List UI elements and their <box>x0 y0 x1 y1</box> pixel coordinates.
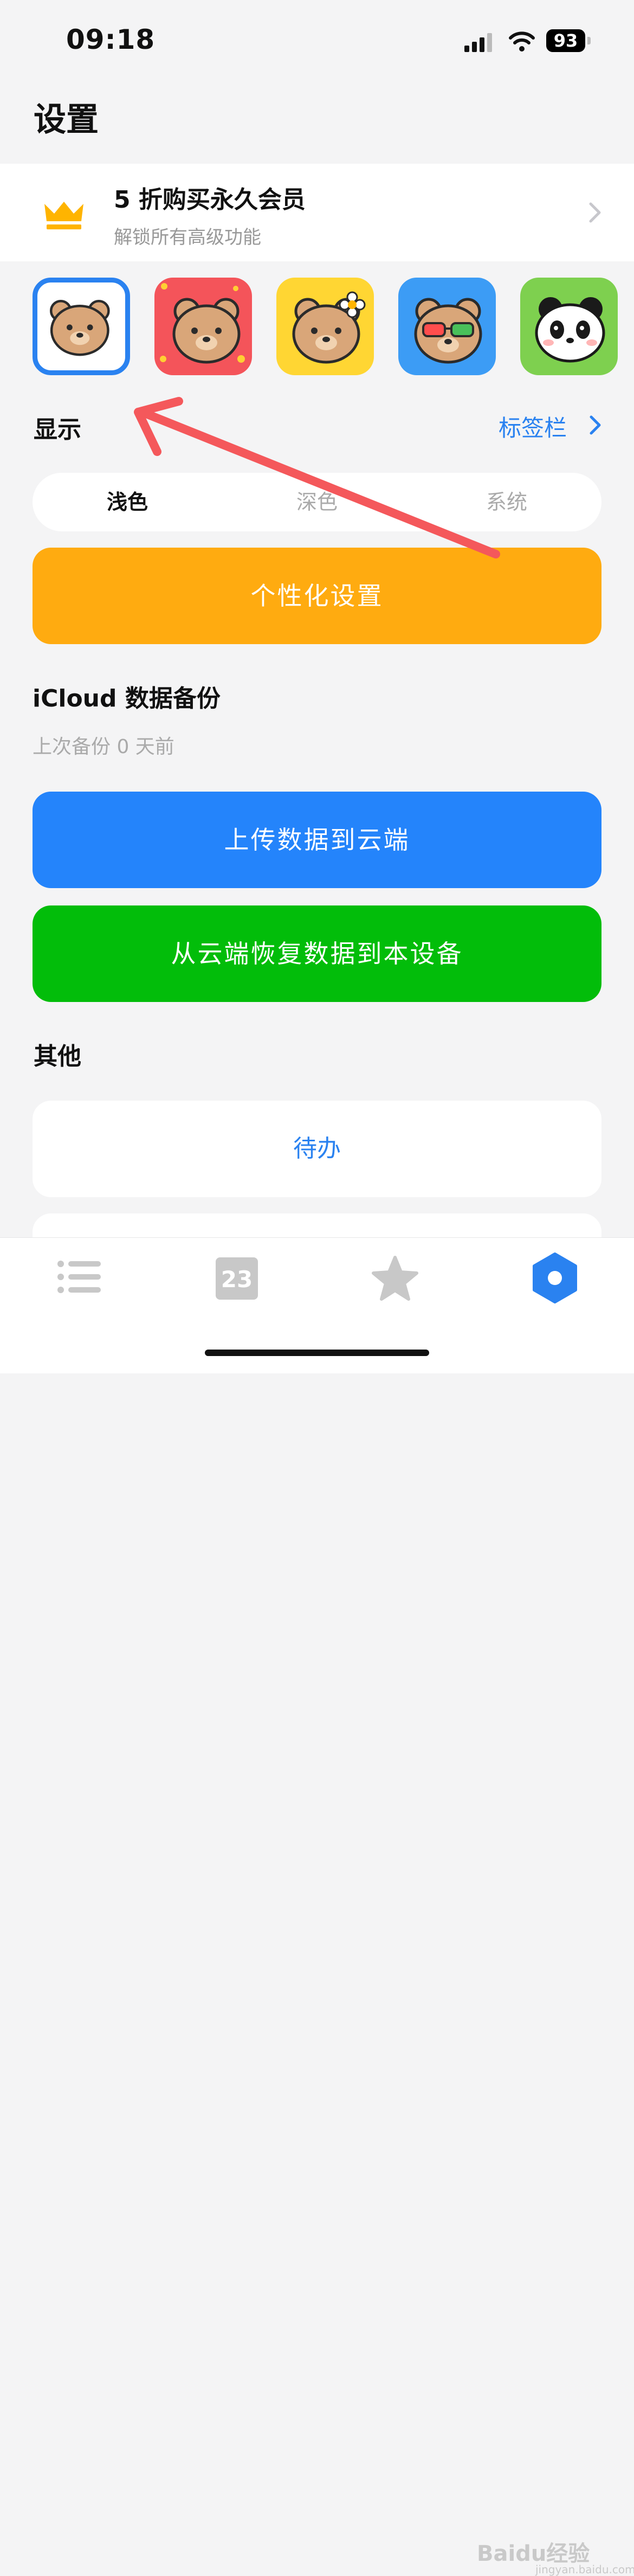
last-backup-text: 上次备份 0 天前 <box>33 736 174 758</box>
app-icon-panda-green[interactable] <box>520 278 618 375</box>
page-title: 设置 <box>34 101 99 139</box>
watermark-url: jingyan.baidu.com <box>535 2563 634 2576</box>
upload-to-cloud-button[interactable]: 上传数据到云端 <box>33 792 601 888</box>
battery-icon: 93 <box>546 29 591 53</box>
todo-row[interactable]: 待办 <box>33 1101 601 1197</box>
tab-bar-settings-link[interactable]: 标签栏 <box>499 410 567 443</box>
appearance-light-option[interactable]: 浅色 <box>33 473 222 531</box>
app-icon-bear-yellow-flower[interactable] <box>276 278 374 375</box>
restore-from-cloud-button[interactable]: 从云端恢复数据到本设备 <box>33 905 601 1002</box>
home-indicator <box>205 1350 429 1356</box>
premium-subtitle: 解锁所有高级功能 <box>114 227 261 248</box>
crown-icon <box>42 198 86 231</box>
calendar-day: 23 <box>221 1266 253 1293</box>
appearance-dark-option[interactable]: 深色 <box>222 473 412 531</box>
appearance-system-option[interactable]: 系统 <box>412 473 601 531</box>
settings-hexagon-icon[interactable] <box>531 1252 579 1306</box>
battery-level: 93 <box>546 29 585 52</box>
list-icon[interactable] <box>56 1254 102 1302</box>
app-icon-bear-red-flowers[interactable] <box>154 278 252 375</box>
chevron-right-icon <box>590 415 601 435</box>
app-icon-bear-white[interactable] <box>33 278 130 375</box>
display-section-label: 显示 <box>34 416 81 444</box>
cellular-signal-icon <box>463 31 496 53</box>
personalize-settings-button[interactable]: 个性化设置 <box>33 548 601 644</box>
status-time: 09:18 <box>66 24 156 55</box>
premium-title: 5 折购买永久会员 <box>114 186 306 214</box>
app-icon-bear-blue-sunglasses[interactable] <box>398 278 496 375</box>
todo-label: 待办 <box>293 1135 341 1162</box>
chevron-right-icon <box>588 202 601 223</box>
calendar-icon[interactable]: 23 <box>216 1257 258 1300</box>
star-icon[interactable] <box>371 1254 419 1305</box>
premium-upgrade-row[interactable]: 5 折购买永久会员 解锁所有高级功能 <box>0 164 634 261</box>
wifi-icon <box>508 29 535 53</box>
bottom-tab-bar: 23 Baidu经验 jingyan.baidu.com <box>0 1237 634 2576</box>
other-section-label: 其他 <box>34 1043 81 1070</box>
icloud-section-label: iCloud 数据备份 <box>33 685 221 712</box>
appearance-segmented-control: 浅色 深色 系统 <box>33 473 601 531</box>
